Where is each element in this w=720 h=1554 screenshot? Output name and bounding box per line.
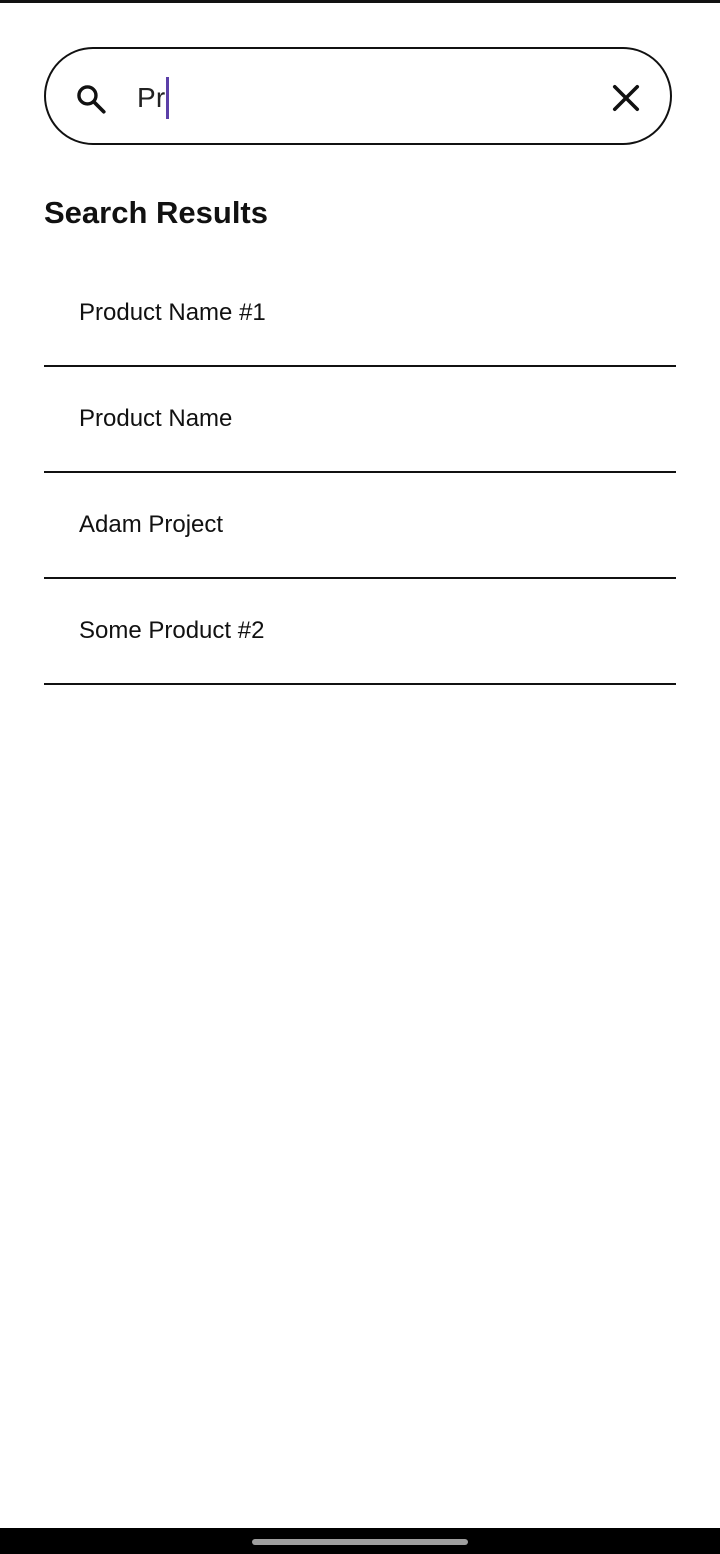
search-screen: Pr Search Results Product Name #1 Produc… [0, 0, 720, 1554]
navigation-bar [0, 1528, 720, 1554]
search-input[interactable]: Pr [137, 75, 170, 121]
search-bar[interactable]: Pr [44, 47, 672, 145]
status-bar-edge [0, 0, 720, 3]
results-title: Search Results [44, 195, 268, 230]
list-item[interactable]: Some Product #2 [44, 579, 676, 685]
list-item[interactable]: Product Name #1 [44, 261, 676, 367]
text-caret [166, 77, 170, 119]
list-item[interactable]: Product Name [44, 367, 676, 473]
search-input-value: Pr [137, 82, 166, 113]
list-item-label: Adam Project [79, 511, 224, 538]
search-icon [77, 85, 106, 114]
list-item-label: Some Product #2 [79, 617, 265, 644]
list-item-label: Product Name [79, 405, 233, 432]
list-item[interactable]: Adam Project [44, 473, 676, 579]
home-indicator[interactable] [252, 1539, 468, 1545]
list-item-label: Product Name #1 [79, 299, 266, 326]
close-icon[interactable] [608, 80, 644, 116]
results-list: Product Name #1 Product Name Adam Projec… [44, 261, 676, 685]
